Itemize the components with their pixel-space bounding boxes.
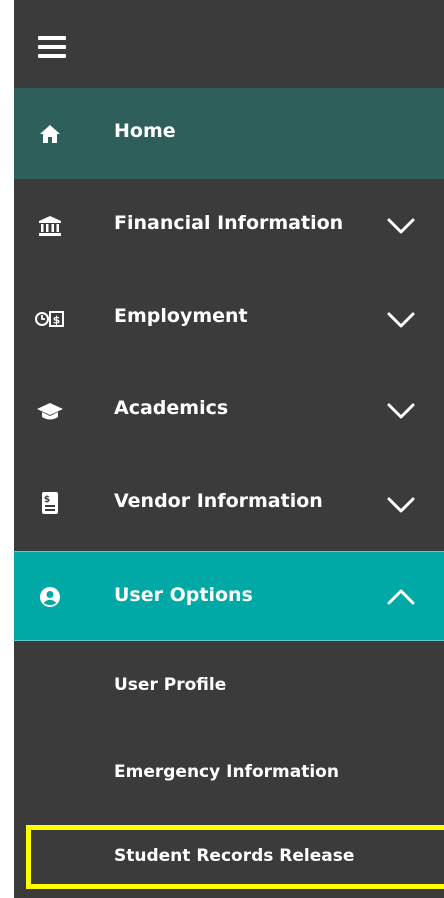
- chevron-down-icon[interactable]: [386, 496, 416, 514]
- nav-item-user-options[interactable]: User Options: [14, 551, 444, 641]
- nav-item-label: Financial Information: [114, 212, 344, 234]
- nav-item-label: Vendor Information: [114, 490, 323, 512]
- nav-item-label: Home: [114, 120, 176, 142]
- chevron-down-icon[interactable]: [386, 311, 416, 329]
- nav-item-label: Employment: [114, 305, 248, 327]
- sub-item-label: User Profile: [114, 675, 227, 695]
- chevron-down-icon[interactable]: [386, 402, 416, 420]
- sub-item-student-records-release[interactable]: Student Records Release: [26, 825, 444, 889]
- nav-item-vendor-information[interactable]: $ Vendor Information: [14, 455, 444, 551]
- svg-text:$: $: [53, 314, 61, 327]
- svg-text:$: $: [44, 495, 50, 505]
- nav-item-label: Academics: [114, 397, 229, 419]
- nav-item-home[interactable]: Home: [14, 88, 444, 179]
- sub-item-emergency-information[interactable]: Emergency Information: [14, 730, 444, 816]
- nav-item-financial-information[interactable]: Financial Information: [14, 179, 444, 271]
- nav-item-academics[interactable]: Academics: [14, 365, 444, 455]
- nav-item-label: User Options: [114, 584, 253, 606]
- user-circle-icon: [34, 583, 66, 611]
- home-icon: [34, 120, 66, 148]
- hamburger-menu-icon[interactable]: [38, 36, 66, 58]
- graduation-cap-icon: [34, 397, 66, 425]
- menu-bar: [14, 0, 444, 88]
- clock-dollar-icon: $: [34, 305, 66, 333]
- chevron-down-icon[interactable]: [386, 217, 416, 235]
- nav-item-employment[interactable]: $ Employment: [14, 271, 444, 365]
- receipt-icon: $: [34, 489, 66, 517]
- sub-item-label: Student Records Release: [114, 846, 355, 866]
- bank-icon: [34, 212, 66, 240]
- sub-item-user-profile[interactable]: User Profile: [14, 642, 444, 730]
- sub-item-label: Emergency Information: [114, 762, 339, 782]
- side-navigation: Home Financial Information $ Employment …: [14, 0, 444, 898]
- chevron-up-icon[interactable]: [386, 588, 416, 606]
